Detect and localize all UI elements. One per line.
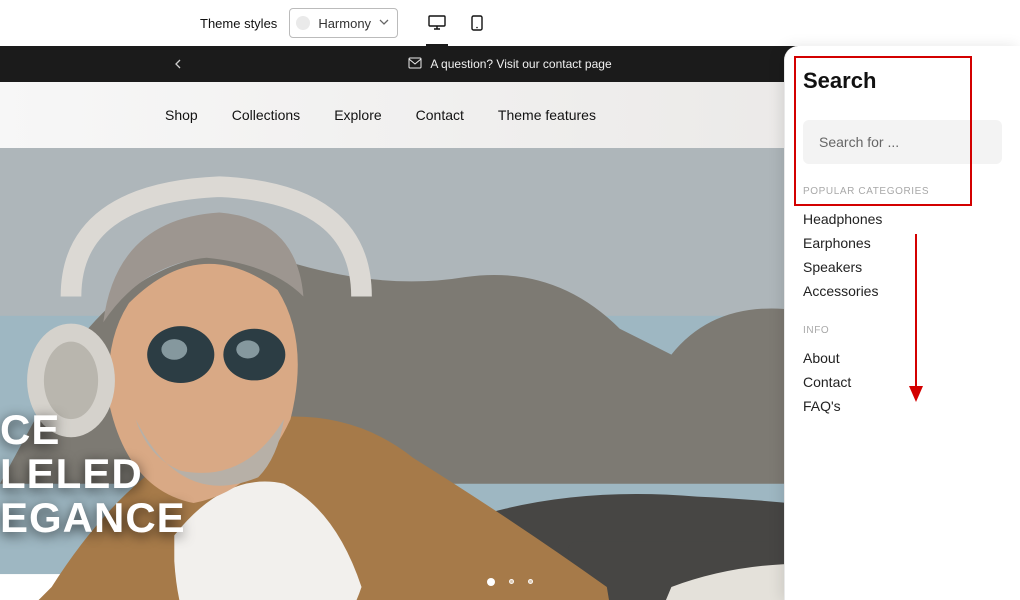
hero-dot-3[interactable] [528,579,533,584]
theme-style-select[interactable]: Harmony [289,8,398,38]
info-list: About Contact FAQ's [803,350,1002,414]
popular-categories-list: Headphones Earphones Speakers Accessorie… [803,211,1002,299]
popular-categories-label: POPULAR CATEGORIES [803,186,1002,197]
info-contact[interactable]: Contact [803,374,1002,390]
announcement-text[interactable]: A question? Visit our contact page [430,57,611,71]
chevron-down-icon [379,14,389,32]
nav-theme-features[interactable]: Theme features [498,107,596,123]
hero-line-3: EGANCE [0,496,186,540]
category-accessories[interactable]: Accessories [803,283,1002,299]
search-input[interactable] [819,134,986,150]
info-about[interactable]: About [803,350,1002,366]
hero-dot-1[interactable] [487,578,495,586]
nav-explore[interactable]: Explore [334,107,381,123]
theme-toolbar: Theme styles Harmony [0,0,1020,46]
category-speakers[interactable]: Speakers [803,259,1002,275]
search-panel: Search POPULAR CATEGORIES Headphones Ear… [784,46,1020,600]
nav-contact[interactable]: Contact [416,107,464,123]
info-faqs[interactable]: FAQ's [803,398,1002,414]
hero-pagination [487,579,533,586]
category-headphones[interactable]: Headphones [803,211,1002,227]
mobile-view-button[interactable] [466,8,488,38]
hero-line-2: LELED [0,452,186,496]
category-earphones[interactable]: Earphones [803,235,1002,251]
mail-icon [408,57,422,72]
selected-style-name: Harmony [318,16,371,31]
announce-prev-button[interactable] [170,55,188,73]
hero-dot-2[interactable] [509,579,514,584]
hero-headline: CE LELED EGANCE [0,408,186,540]
desktop-view-button[interactable] [426,8,448,38]
nav-collections[interactable]: Collections [232,107,300,123]
info-label: INFO [803,325,1002,336]
theme-styles-label: Theme styles [200,16,277,31]
search-title: Search [803,68,1002,94]
search-input-wrap[interactable] [803,120,1002,164]
style-swatch-icon [296,16,310,30]
hero-line-1: CE [0,408,186,452]
nav-shop[interactable]: Shop [165,107,198,123]
